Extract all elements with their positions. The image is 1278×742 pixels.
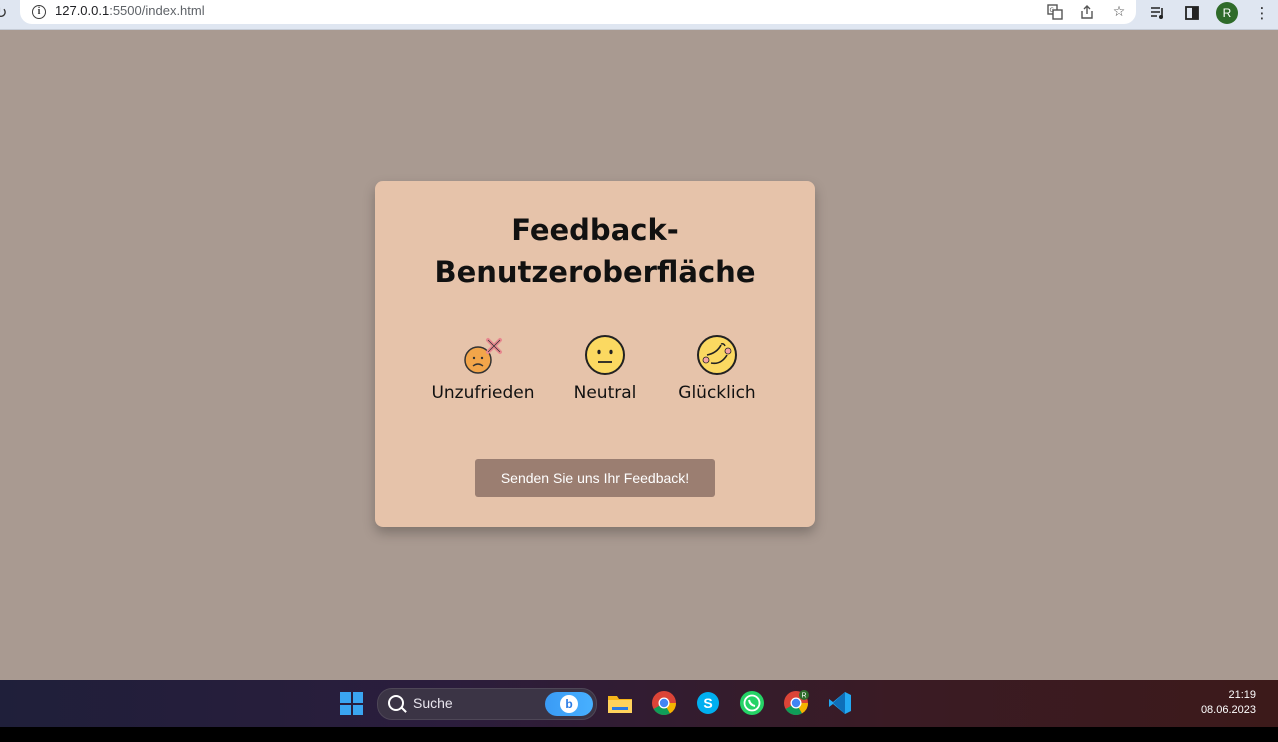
search-placeholder: Suche <box>413 695 453 711</box>
rating-options: Unzufrieden Neutral Glücklich <box>375 333 815 413</box>
address-bar[interactable]: i 127.0.0.1:5500/index.html G ☆ <box>20 0 1136 24</box>
skype-icon[interactable]: S <box>695 690 721 716</box>
happy-face-icon <box>695 333 739 377</box>
rating-label: Glücklich <box>678 383 756 403</box>
rating-gluecklich[interactable]: Glücklich <box>657 333 777 403</box>
chrome-icon[interactable] <box>651 690 677 716</box>
send-feedback-button[interactable]: Senden Sie uns Ihr Feedback! <box>475 459 715 497</box>
url-host: 127.0.0.1 <box>55 3 110 18</box>
rating-label: Unzufrieden <box>431 383 535 403</box>
windows-taskbar <box>0 680 1278 727</box>
more-menu-icon[interactable]: ⋮ <box>1252 3 1272 23</box>
bing-icon[interactable]: b <box>545 692 593 716</box>
rating-unzufrieden[interactable]: Unzufrieden <box>423 333 543 403</box>
system-clock[interactable]: 21:19 08.06.2023 <box>1201 688 1256 718</box>
profile-avatar[interactable]: R <box>1216 2 1238 24</box>
unhappy-face-icon <box>461 333 505 377</box>
clock-time: 21:19 <box>1228 689 1256 701</box>
reload-icon[interactable]: ↻ <box>0 3 8 23</box>
rating-label: Neutral <box>573 383 637 403</box>
search-icon <box>388 695 404 711</box>
svg-text:G: G <box>1050 7 1055 14</box>
title-line-2: Benutzeroberfläche <box>434 255 756 289</box>
svg-text:S: S <box>703 695 712 711</box>
url-path: :5500/index.html <box>109 3 205 18</box>
whatsapp-icon[interactable] <box>739 690 765 716</box>
media-control-icon[interactable] <box>1148 3 1168 23</box>
rating-neutral[interactable]: Neutral <box>545 333 665 403</box>
clock-date: 08.06.2023 <box>1200 704 1256 716</box>
share-icon[interactable] <box>1078 3 1096 21</box>
url-text[interactable]: 127.0.0.1:5500/index.html <box>55 3 205 18</box>
site-info-icon[interactable]: i <box>32 5 46 19</box>
side-panel-icon[interactable] <box>1182 3 1202 23</box>
translate-icon[interactable]: G <box>1046 3 1064 21</box>
feedback-card: Feedback- Benutzeroberfläche Unzufrieden <box>375 181 815 527</box>
chrome-profile-icon[interactable]: R <box>783 690 809 716</box>
bookmark-star-icon[interactable]: ☆ <box>1110 3 1128 21</box>
vscode-icon[interactable] <box>827 690 853 716</box>
page-title: Feedback- Benutzeroberfläche <box>375 209 815 293</box>
file-explorer-icon[interactable] <box>607 690 633 716</box>
neutral-face-icon <box>583 333 627 377</box>
browser-toolbar: ↻ i 127.0.0.1:5500/index.html G ☆ R ⋮ <box>0 0 1278 30</box>
title-line-1: Feedback- <box>511 213 679 247</box>
chrome-profile-badge: R <box>801 693 806 700</box>
taskbar-search-box[interactable]: Suche b <box>377 688 597 720</box>
windows-start-icon[interactable] <box>340 692 363 715</box>
screen-bottom-border <box>0 727 1278 742</box>
